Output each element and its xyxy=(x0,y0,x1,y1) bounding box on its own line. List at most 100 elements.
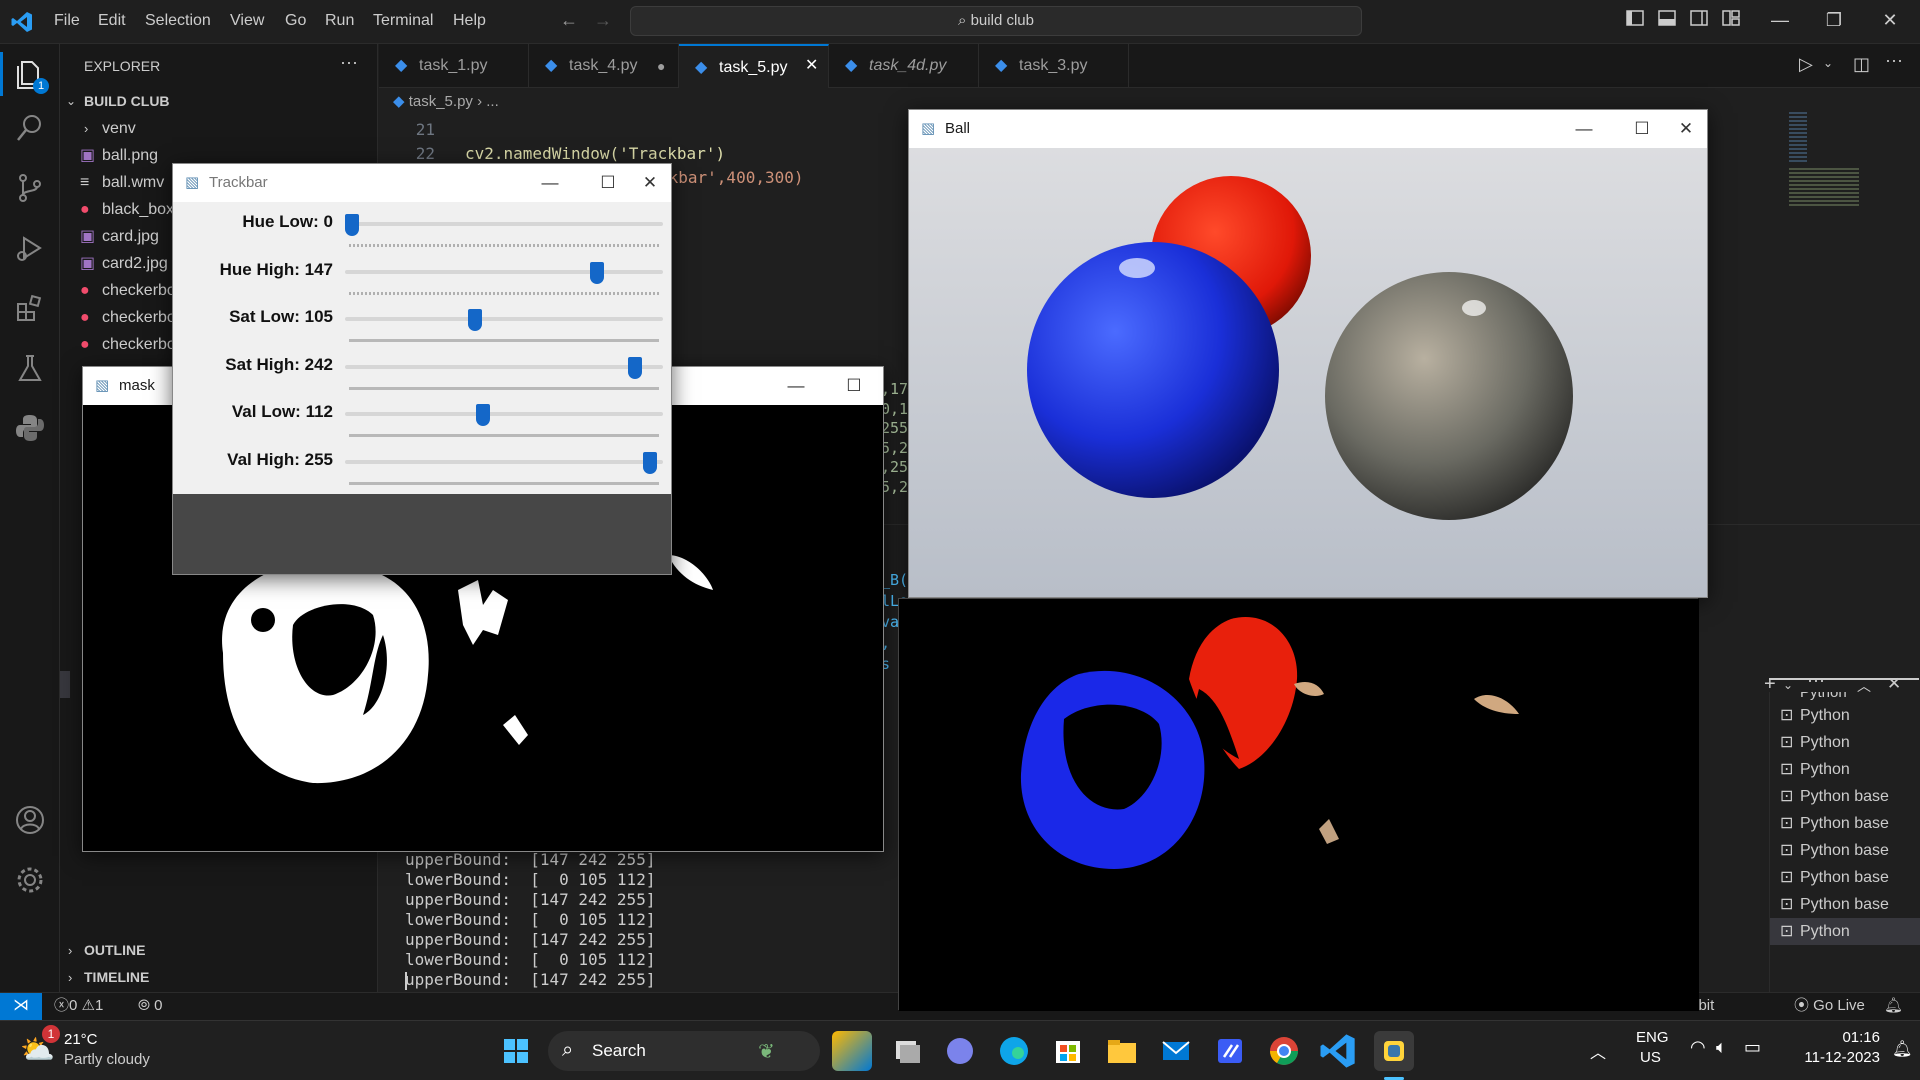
close-icon[interactable]: ✕ xyxy=(1663,110,1709,148)
terminal-list-item[interactable]: ⊡ Python base xyxy=(1770,783,1920,810)
notification-bell-icon[interactable]: 🔔︎ xyxy=(1892,1039,1912,1059)
maximize-icon[interactable]: ☐ xyxy=(831,367,877,405)
split-editor-icon[interactable]: ◫ xyxy=(1853,54,1870,75)
minimize-icon[interactable]: — xyxy=(1768,10,1792,32)
testing-icon[interactable] xyxy=(14,352,46,384)
terminal-list-item[interactable]: ⊡ Python base xyxy=(1770,837,1920,864)
code-line[interactable]: ckbar',400,300) xyxy=(659,168,804,187)
customize-layout-icon[interactable] xyxy=(1719,10,1743,32)
menu-view[interactable]: View xyxy=(230,12,264,30)
terminal-list-item[interactable]: ⊡ Python xyxy=(1770,756,1920,783)
task-view-icon[interactable] xyxy=(886,1031,926,1071)
start-button[interactable] xyxy=(496,1031,536,1071)
toggle-secondary-sidebar-icon[interactable] xyxy=(1687,10,1711,32)
terminal-list-item[interactable]: ⊡ Python xyxy=(1770,729,1920,756)
python-icon[interactable] xyxy=(14,412,46,444)
menu-edit[interactable]: Edit xyxy=(98,12,126,30)
minimap[interactable] xyxy=(1789,112,1869,222)
terminal-list-item[interactable]: ⊡ Python xyxy=(1770,702,1920,729)
menu-help[interactable]: Help xyxy=(453,12,486,30)
battery-icon[interactable]: ▭ xyxy=(1744,1037,1761,1058)
menu-selection[interactable]: Selection xyxy=(145,12,211,30)
go-live-button[interactable]: ⦿ Go Live xyxy=(1794,993,1865,1019)
chrome-icon[interactable] xyxy=(1264,1031,1304,1071)
slider-track[interactable] xyxy=(345,317,663,321)
slider-thumb[interactable] xyxy=(467,309,482,331)
timeline-section[interactable]: › TIMELINE xyxy=(60,964,378,991)
editor-app-icon[interactable] xyxy=(1210,1031,1250,1071)
terminal-list-item-active[interactable]: ⊡ Python xyxy=(1770,918,1920,945)
edge-browser-icon[interactable] xyxy=(994,1031,1034,1071)
minimize-icon[interactable]: — xyxy=(1561,110,1607,148)
search-icon[interactable] xyxy=(14,112,46,144)
breadcrumb-rest[interactable]: ... xyxy=(486,93,499,110)
wifi-icon[interactable]: ◠ xyxy=(1690,1037,1706,1058)
slider-track[interactable] xyxy=(345,412,663,416)
slider-track[interactable] xyxy=(345,269,663,274)
outline-section[interactable]: › OUTLINE xyxy=(60,937,378,964)
terminal-list-item[interactable]: ⊡ Python base xyxy=(1770,810,1920,837)
run-file-icon[interactable]: ▷ xyxy=(1799,54,1813,75)
volume-icon[interactable]: 🔈︎ xyxy=(1716,1037,1727,1058)
problems-indicator[interactable]: ⓧ0 ⚠1 xyxy=(54,993,103,1019)
close-tab-icon[interactable]: ✕ xyxy=(805,44,818,88)
close-icon[interactable]: ✕ xyxy=(627,164,673,202)
menu-run[interactable]: Run xyxy=(325,12,354,30)
minimize-icon[interactable]: — xyxy=(527,164,573,202)
slider-track[interactable] xyxy=(345,222,663,226)
close-panel-icon[interactable]: ✕ xyxy=(1887,674,1901,694)
clock-time[interactable]: 01:16 xyxy=(1820,1029,1880,1046)
language-2[interactable]: US xyxy=(1640,1049,1661,1066)
command-center[interactable]: ⌕ build club xyxy=(630,6,1362,36)
python-taskbar-icon[interactable] xyxy=(1374,1031,1414,1071)
menu-go[interactable]: Go xyxy=(285,12,306,30)
more-actions-icon[interactable]: ··· xyxy=(1885,50,1903,71)
source-control-icon[interactable] xyxy=(14,172,46,204)
terminal-list-item[interactable]: ⊡ Python base xyxy=(1770,891,1920,918)
teams-icon[interactable] xyxy=(940,1031,980,1071)
slider-thumb[interactable] xyxy=(643,451,657,474)
menu-file[interactable]: File xyxy=(54,12,80,30)
tab-task-4d[interactable]: ◆ task_4d.py xyxy=(829,44,979,88)
unsaved-dot-icon[interactable]: ● xyxy=(657,44,665,88)
file-explorer-icon[interactable] xyxy=(1102,1031,1142,1071)
workspace-section[interactable]: ⌄ BUILD CLUB xyxy=(60,88,378,115)
ports-indicator[interactable]: ⦾ 0 xyxy=(138,993,163,1019)
accounts-icon[interactable] xyxy=(14,804,46,836)
remote-indicator-icon[interactable]: ⋊ xyxy=(0,993,42,1021)
extensions-icon[interactable] xyxy=(14,292,46,324)
slider-thumb[interactable] xyxy=(345,214,359,236)
file-item[interactable]: › venv xyxy=(60,115,378,142)
minimize-icon[interactable]: — xyxy=(773,367,819,405)
restore-icon[interactable]: ❐ xyxy=(1822,10,1846,32)
breadcrumb-file[interactable]: task_5.py xyxy=(409,93,473,110)
chevron-down-icon[interactable]: ⌄ xyxy=(1783,678,1793,692)
nav-forward-icon[interactable]: → xyxy=(594,10,612,31)
language-1[interactable]: ENG xyxy=(1636,1029,1669,1046)
close-icon[interactable]: ✕ xyxy=(1878,10,1902,32)
toggle-panel-icon[interactable] xyxy=(1655,10,1679,32)
terminal-list-item[interactable]: ⊡ Python base xyxy=(1770,864,1920,891)
tab-task-4[interactable]: ◆ task_4.py ● xyxy=(529,44,679,88)
slider-track[interactable] xyxy=(345,364,663,369)
chevron-up-icon[interactable]: ︿ xyxy=(1590,1039,1606,1063)
more-actions-icon[interactable]: ··· xyxy=(340,52,358,73)
menu-terminal[interactable]: Terminal xyxy=(373,12,433,30)
maximize-icon[interactable]: ☐ xyxy=(585,164,631,202)
copilot-app-icon[interactable] xyxy=(832,1031,872,1071)
tab-task-1[interactable]: ◆ task_1.py xyxy=(379,44,529,88)
slider-thumb[interactable] xyxy=(475,404,490,426)
maximize-icon[interactable]: ☐ xyxy=(1619,110,1665,148)
slider-thumb[interactable] xyxy=(589,261,604,284)
slider-track[interactable] xyxy=(345,459,663,464)
tab-task-5[interactable]: ◆ task_5.py ✕ xyxy=(679,44,829,88)
notifications-bell-icon[interactable]: 🔔︎ xyxy=(1884,993,1903,1019)
mail-icon[interactable] xyxy=(1156,1031,1196,1071)
tab-task-3[interactable]: ◆ task_3.py xyxy=(979,44,1129,88)
chevron-down-icon[interactable]: ⌄ xyxy=(1823,56,1833,70)
settings-gear-icon[interactable] xyxy=(14,864,46,896)
weather-widget[interactable]: ⛅ 1 21°C Partly cloudy xyxy=(20,1025,180,1073)
slider-thumb[interactable] xyxy=(627,356,642,379)
clock-date[interactable]: 11-12-2023 xyxy=(1780,1049,1880,1066)
code-line[interactable]: cv2.namedWindow('Trackbar') xyxy=(465,144,725,163)
